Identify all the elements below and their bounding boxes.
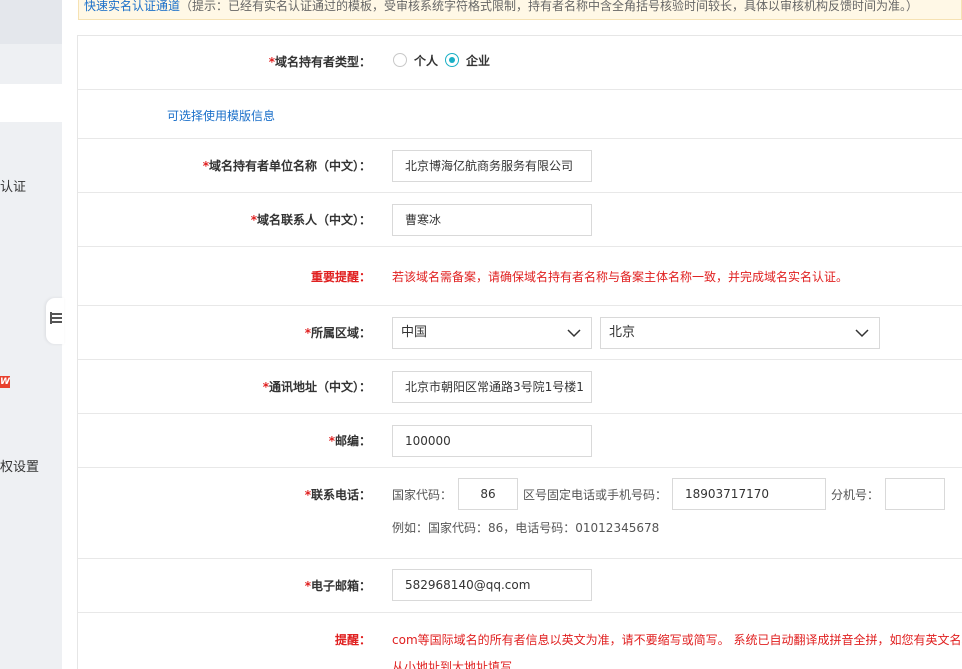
important-label: 重要提醒：	[310, 270, 371, 284]
row-postcode: *邮编： 100000	[78, 414, 962, 468]
tip-text: com等国际域名的所有者信息以英文为准，请不要缩写或简写。 系统已自动翻译成拼音…	[392, 633, 962, 647]
phone-label: *联系电话：	[304, 488, 371, 502]
row-region: *所属区域： 中国 北京	[78, 306, 962, 360]
row-tip: 提醒： com等国际域名的所有者信息以英文为准，请不要缩写或简写。 系统已自动翻…	[78, 613, 962, 669]
row-contact: *域名联系人（中文）： 曹寒冰	[78, 193, 962, 247]
email-label: *电子邮箱：	[304, 579, 371, 593]
radio-personal[interactable]	[393, 53, 407, 67]
tip-text-2: 从小地址到大地址填写	[392, 660, 513, 669]
new-badge: W	[0, 376, 10, 388]
holder-type-label: *域名持有者类型：	[268, 55, 371, 69]
contact-input[interactable]: 曹寒冰	[392, 204, 592, 236]
extension-label: 分机号：	[831, 488, 880, 502]
row-email: *电子邮箱： 582968140@qq.com	[78, 559, 962, 613]
email-input[interactable]: 582968140@qq.com	[392, 569, 592, 601]
template-select-link[interactable]: 可选择使用模版信息	[167, 107, 275, 124]
menu-icon	[50, 312, 62, 324]
tip-label: 提醒：	[334, 633, 371, 647]
contact-label: *域名联系人（中文）：	[250, 213, 371, 227]
row-address: *通讯地址（中文）： 北京市朝阳区常通路3号院1号楼1	[78, 360, 962, 414]
sidebar-item-permission[interactable]: 权设置	[0, 456, 39, 475]
row-phone: *联系电话： 国家代码： 86 区号固定电话或手机号码： 18903717170…	[78, 468, 962, 559]
province-select[interactable]: 北京	[600, 317, 880, 349]
row-template: 可选择使用模版信息	[78, 90, 962, 139]
radio-enterprise-label[interactable]: 企业	[466, 52, 490, 69]
country-select[interactable]: 中国	[392, 317, 592, 349]
radio-personal-label[interactable]: 个人	[414, 52, 438, 69]
address-label: *通讯地址（中文）：	[262, 380, 371, 394]
notice-bar: 快速实名认证通道（提示：已经有实名认证通过的模板，受审核系统字符格式限制，持有者…	[78, 0, 962, 20]
row-important: 重要提醒： 若该域名需备案，请确保域名持有者名称与备案主体名称一致，并完成域名实…	[78, 247, 962, 306]
country-value: 中国	[401, 325, 428, 340]
extension-input[interactable]	[885, 478, 945, 510]
chevron-down-icon	[567, 329, 581, 338]
address-input[interactable]: 北京市朝阳区常通路3号院1号楼1	[392, 371, 592, 403]
sidebar-item-verify[interactable]: 认证	[0, 176, 26, 195]
important-text: 若该域名需备案，请确保域名持有者名称与备案主体名称一致，并完成域名实名认证。	[392, 270, 849, 284]
sidebar-active-item[interactable]	[0, 84, 62, 122]
sidebar-top-block	[0, 0, 62, 44]
region-label: *所属区域：	[304, 326, 371, 340]
phone-example: 例如：国家代码：86，电话号码：01012345678	[392, 521, 660, 535]
sidebar-collapse-handle[interactable]	[46, 298, 64, 344]
row-org-name: *域名持有者单位名称（中文）： 北京博海亿航商务服务有限公司	[78, 139, 962, 193]
country-code-label: 国家代码：	[392, 488, 453, 502]
org-name-input[interactable]: 北京博海亿航商务服务有限公司	[392, 150, 592, 182]
radio-enterprise[interactable]	[445, 53, 459, 67]
org-name-label: *域名持有者单位名称（中文）：	[202, 159, 371, 173]
row-holder-type: *域名持有者类型： 个人 企业	[78, 36, 962, 90]
notice-text: （提示：已经有实名认证通过的模板，受审核系统字符格式限制，持有者名称中含全角括号…	[180, 0, 919, 13]
phone-number-input[interactable]: 18903717170	[672, 478, 826, 510]
chevron-down-icon	[855, 329, 869, 338]
domain-holder-form: *域名持有者类型： 个人 企业 可选择使用模版信息 *域名持有者单位名称（中文）…	[77, 35, 962, 669]
country-code-input[interactable]: 86	[458, 478, 518, 510]
postcode-input[interactable]: 100000	[392, 425, 592, 457]
postcode-label: *邮编：	[328, 434, 371, 448]
province-value: 北京	[609, 325, 636, 340]
quick-verify-link[interactable]: 快速实名认证通道	[84, 0, 180, 13]
phone-number-label: 区号固定电话或手机号码：	[523, 488, 668, 502]
